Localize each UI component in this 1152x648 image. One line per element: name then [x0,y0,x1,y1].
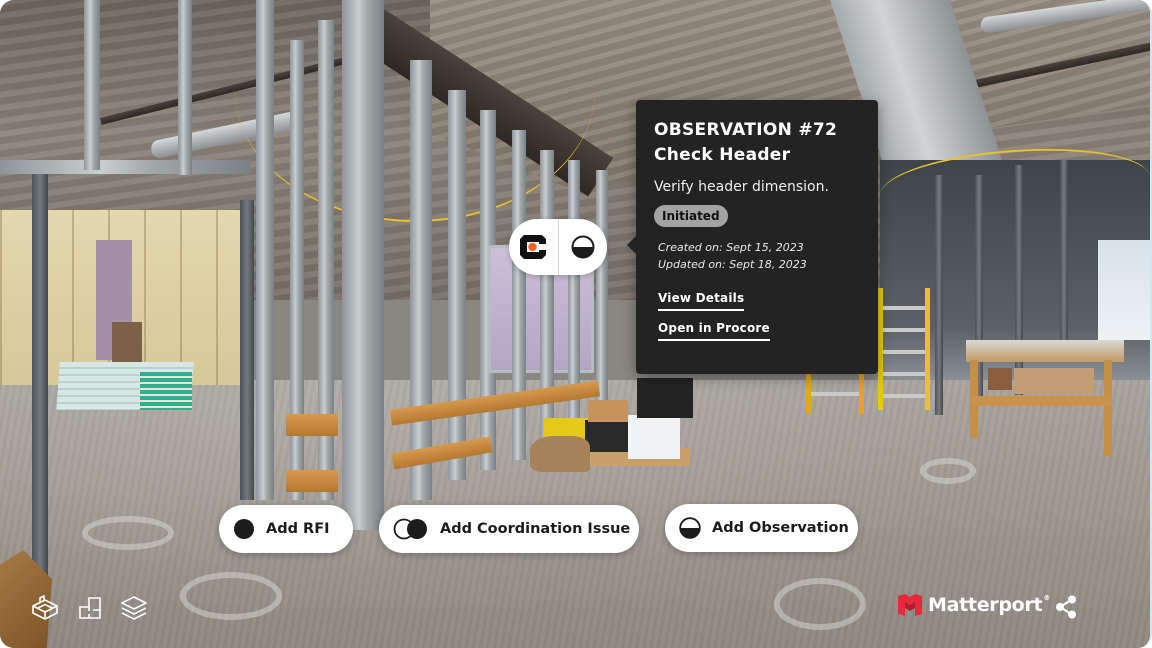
floor-selector-button[interactable] [119,593,149,623]
add-rfi-button[interactable]: Add RFI [219,505,353,553]
dollhouse-view-button[interactable] [30,593,60,623]
add-coordination-issue-label: Add Coordination Issue [440,521,631,537]
column [342,0,384,530]
stud [410,60,432,500]
black-box [585,420,629,452]
stud [178,0,192,175]
workbench-leg [1104,360,1112,456]
board [112,322,142,364]
navigation-point[interactable] [774,578,866,630]
view-details-link[interactable]: View Details [658,291,745,311]
add-observation-label: Add Observation [712,520,849,536]
workbench-shelf [972,396,1112,406]
observation-card: OBSERVATION #72 Check Header Verify head… [627,100,878,374]
created-date: Created on: Sept 15, 2023 [658,241,804,254]
yellow-ladder [878,288,930,410]
observation-number: OBSERVATION #72 [654,120,838,140]
wood-blocking [286,470,338,492]
tag-pin[interactable] [509,219,607,275]
burlap-sack [530,436,590,472]
add-rfi-label: Add RFI [266,521,330,537]
bench-box [1014,368,1094,394]
dollhouse-icon [32,595,58,620]
procore-icon [520,235,547,259]
status-badge: Initiated [654,205,728,227]
navigation-point[interactable] [82,516,174,550]
matterport-mark-icon [898,594,922,616]
observation-icon [571,235,595,259]
observation-title: Check Header [654,145,791,165]
stud [540,150,554,450]
filled-circle-icon [234,519,254,539]
stud [240,200,254,500]
observation-dates: Created on: Sept 15, 2023 Updated on: Se… [654,239,860,273]
bench-box [988,368,1012,390]
cardboard-box [588,400,628,422]
matterport-logo[interactable]: Matterport® [898,594,1050,616]
orange-ladder [806,374,864,414]
registered-mark: ® [1043,594,1050,602]
floor-plan-view-button[interactable] [75,593,105,623]
stud [448,90,466,480]
observation-tag-button[interactable] [558,219,607,275]
stud [84,0,100,170]
share-button[interactable] [1053,594,1079,620]
workbench [966,340,1124,362]
brand-name-text: Matterport [928,594,1043,616]
wood-blocking [286,414,338,436]
navigation-point[interactable] [920,458,976,484]
stud [935,175,943,415]
stud [256,0,274,500]
drywall-edge [140,372,192,410]
far-window [1098,240,1150,340]
brand-name: Matterport® [928,594,1050,616]
door-frame [32,170,48,600]
share-icon [1056,595,1076,619]
white-box [628,415,680,459]
add-coordination-issue-button[interactable]: Add Coordination Issue [379,505,639,553]
observation-description: Verify header dimension. [654,179,829,195]
open-in-procore-link[interactable]: Open in Procore [658,321,770,341]
header [0,160,250,174]
layers-icon [121,596,147,620]
3d-tour-viewer[interactable]: OBSERVATION #72 Check Header Verify head… [0,0,1152,648]
add-observation-button[interactable]: Add Observation [665,504,858,552]
overlapping-circles-icon [393,518,427,540]
stud [512,130,526,460]
procore-tag-button[interactable] [509,219,558,275]
stud [1060,160,1068,360]
black-box-top [637,378,693,418]
navigation-point[interactable] [180,572,282,620]
updated-date: Updated on: Sept 18, 2023 [658,258,807,271]
half-filled-circle-icon [679,517,701,539]
floorplan-icon [79,597,101,619]
